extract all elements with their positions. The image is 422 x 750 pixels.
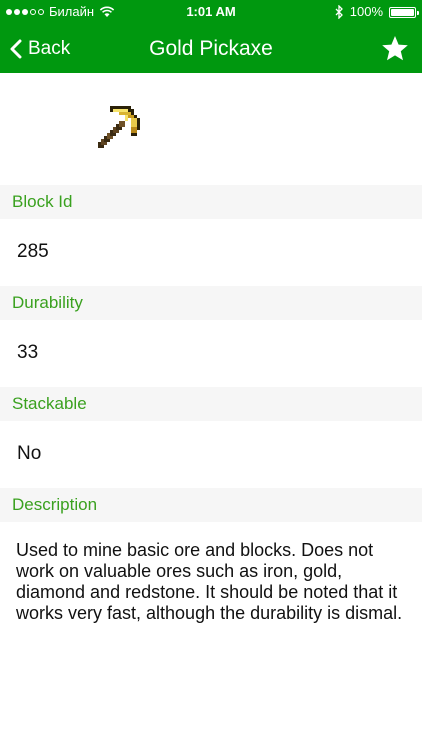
status-right: 100% — [335, 0, 419, 24]
description-header: Description — [0, 488, 422, 522]
battery-percent: 100% — [349, 4, 383, 19]
stackable-header: Stackable — [0, 387, 422, 421]
battery-icon — [389, 6, 419, 18]
navigation-bar: Back Gold Pickaxe — [0, 24, 422, 73]
favorite-star-icon[interactable] — [380, 34, 410, 64]
stackable-value: No — [17, 443, 42, 464]
page-title: Gold Pickaxe — [149, 37, 273, 60]
block-id-value: 285 — [17, 241, 49, 262]
item-image-area — [0, 73, 422, 185]
top-bar: Билайн 1:01 AM 100% Back Gold Pickaxe — [0, 0, 422, 73]
description-text: Used to mine basic ore and blocks. Does … — [16, 540, 403, 623]
bluetooth-icon — [335, 5, 343, 19]
block-id-header: Block Id — [0, 185, 422, 219]
status-bar: Билайн 1:01 AM 100% — [0, 0, 422, 24]
durability-value: 33 — [17, 342, 39, 363]
durability-header: Durability — [0, 286, 422, 320]
gold-pickaxe-icon — [98, 106, 140, 148]
